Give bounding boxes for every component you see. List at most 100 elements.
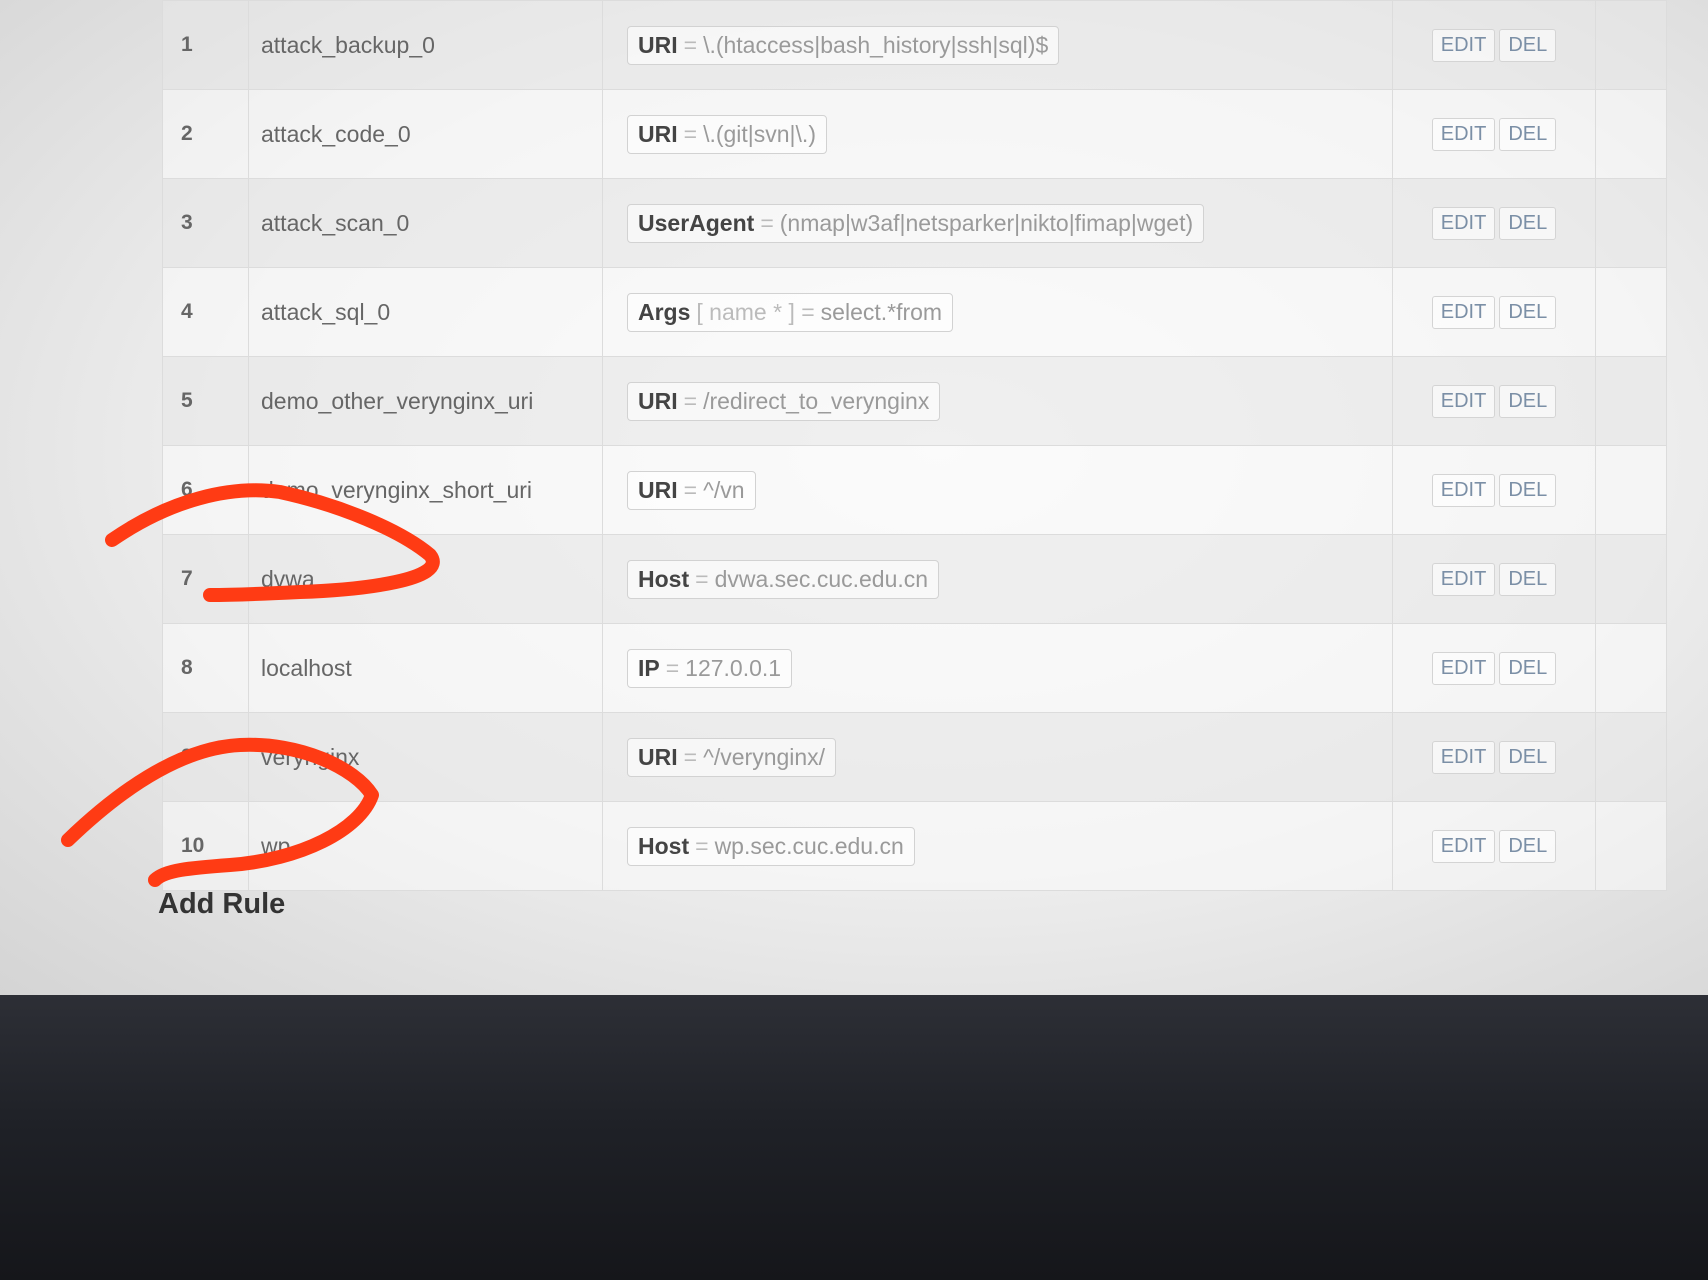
- edit-button[interactable]: EDIT: [1431, 829, 1496, 863]
- edit-button[interactable]: EDIT: [1431, 117, 1496, 151]
- row-spacer: [1595, 356, 1667, 446]
- rule-actions-cell: EDIT DEL: [1392, 445, 1596, 535]
- delete-button[interactable]: DEL: [1499, 28, 1557, 62]
- rule-name: dvwa: [248, 534, 603, 624]
- delete-button[interactable]: DEL: [1499, 740, 1557, 774]
- edit-button[interactable]: EDIT: [1431, 562, 1496, 596]
- condition-tag: Args[ name * ] = select.*from: [627, 292, 954, 332]
- condition-value: select.*from: [820, 298, 943, 325]
- delete-button[interactable]: DEL: [1499, 206, 1557, 240]
- condition-value: ^/vn: [703, 476, 745, 503]
- condition-operator: =: [683, 120, 698, 147]
- condition-tag: Host = wp.sec.cuc.edu.cn: [627, 826, 915, 866]
- rule-condition-cell: URI = ^/verynginx/: [602, 712, 1393, 802]
- rule-name: attack_code_0: [248, 89, 603, 179]
- add-rule-button[interactable]: Add Rule: [158, 888, 285, 921]
- condition-operator: =: [695, 565, 709, 592]
- monitor-screen: 1 attack_backup_0 URI = \.(htaccess|bash_his…: [0, 0, 1708, 1000]
- table-row: 7 dvwa Host = dvwa.sec.cuc.edu.cn EDIT DEL: [162, 534, 1667, 624]
- rule-name: wp: [248, 801, 603, 891]
- rule-condition-cell: IP = 127.0.0.1: [602, 623, 1393, 713]
- rule-actions-cell: EDIT DEL: [1392, 0, 1596, 90]
- delete-button[interactable]: DEL: [1499, 384, 1557, 418]
- row-spacer: [1595, 801, 1667, 891]
- rule-index: 8: [162, 623, 249, 713]
- condition-operator: =: [683, 743, 698, 770]
- condition-value: /redirect_to_verynginx: [703, 387, 930, 414]
- condition-value: 127.0.0.1: [685, 654, 782, 681]
- condition-field: UserAgent: [638, 209, 755, 236]
- rule-index: 2: [162, 89, 249, 179]
- rule-name: attack_backup_0: [248, 0, 603, 90]
- rule-name: demo_verynginx_short_uri: [248, 445, 603, 535]
- edit-button[interactable]: EDIT: [1431, 473, 1496, 507]
- rule-index: 9: [162, 712, 249, 802]
- rule-condition-cell: UserAgent = (nmap|w3af|netsparker|nikto|fi…: [602, 178, 1393, 268]
- edit-button[interactable]: EDIT: [1431, 384, 1496, 418]
- delete-button[interactable]: DEL: [1499, 562, 1557, 596]
- edit-button[interactable]: EDIT: [1431, 206, 1496, 240]
- condition-tag: UserAgent = (nmap|w3af|netsparker|nikto|fi…: [627, 203, 1205, 243]
- condition-operator: =: [683, 476, 698, 503]
- row-spacer: [1595, 0, 1667, 90]
- row-spacer: [1595, 623, 1667, 713]
- rule-name: localhost: [248, 623, 603, 713]
- condition-operator: =: [683, 31, 698, 58]
- edit-button[interactable]: EDIT: [1431, 295, 1496, 329]
- matcher-rules-table: 1 attack_backup_0 URI = \.(htaccess|bash_his…: [162, 0, 1667, 891]
- rule-index: 4: [162, 267, 249, 357]
- rule-name: verynginx: [248, 712, 603, 802]
- table-row: 1 attack_backup_0 URI = \.(htaccess|bash_his…: [162, 0, 1667, 90]
- condition-tag: IP = 127.0.0.1: [627, 648, 793, 688]
- rule-actions-cell: EDIT DEL: [1392, 623, 1596, 713]
- delete-button[interactable]: DEL: [1499, 651, 1557, 685]
- table-row: 8 localhost IP = 127.0.0.1 EDIT DEL: [162, 623, 1667, 713]
- delete-button[interactable]: DEL: [1499, 295, 1557, 329]
- table-row: 6 demo_verynginx_short_uri URI = ^/vn EDIT DEL: [162, 445, 1667, 535]
- rule-condition-cell: URI = ^/vn: [602, 445, 1393, 535]
- table-row: 4 attack_sql_0 Args[ name * ] = select.*fro…: [162, 267, 1667, 357]
- monitor-bezel: [0, 995, 1708, 1280]
- condition-value: \.(git|svn|\.): [703, 120, 816, 147]
- delete-button[interactable]: DEL: [1499, 117, 1557, 151]
- rule-name: attack_scan_0: [248, 178, 603, 268]
- condition-operator: =: [683, 387, 698, 414]
- row-spacer: [1595, 178, 1667, 268]
- table-row: 3 attack_scan_0 UserAgent = (nmap|w3af|netsp…: [162, 178, 1667, 268]
- condition-tag: URI = \.(htaccess|bash_history|ssh|sql)$: [627, 25, 1060, 65]
- rule-condition-cell: URI =/redirect_to_verynginx: [602, 356, 1393, 446]
- rule-index: 6: [162, 445, 249, 535]
- table-row: 5 demo_other_verynginx_uri URI =/redirect_t…: [162, 356, 1667, 446]
- rule-condition-cell: Args[ name * ] = select.*from: [602, 267, 1393, 357]
- rule-index: 1: [162, 0, 249, 90]
- rule-name: attack_sql_0: [248, 267, 603, 357]
- delete-button[interactable]: DEL: [1499, 473, 1557, 507]
- edit-button[interactable]: EDIT: [1431, 28, 1496, 62]
- row-spacer: [1595, 445, 1667, 535]
- rule-condition-cell: Host = dvwa.sec.cuc.edu.cn: [602, 534, 1393, 624]
- rule-name: demo_other_verynginx_uri: [248, 356, 603, 446]
- condition-field: URI: [638, 743, 678, 770]
- rule-actions-cell: EDIT DEL: [1392, 356, 1596, 446]
- rule-condition-cell: URI = \.(git|svn|\.): [602, 89, 1393, 179]
- condition-value: dvwa.sec.cuc.edu.cn: [714, 565, 929, 592]
- condition-field: IP: [638, 654, 660, 681]
- edit-button[interactable]: EDIT: [1431, 740, 1496, 774]
- delete-button[interactable]: DEL: [1499, 829, 1557, 863]
- condition-value: ^/verynginx/: [703, 743, 826, 770]
- condition-tag: URI = ^/verynginx/: [627, 737, 837, 777]
- condition-value: wp.sec.cuc.edu.cn: [714, 832, 904, 859]
- rule-index: 10: [162, 801, 249, 891]
- condition-field: URI: [638, 387, 678, 414]
- rule-actions-cell: EDIT DEL: [1392, 801, 1596, 891]
- rule-actions-cell: EDIT DEL: [1392, 178, 1596, 268]
- rule-actions-cell: EDIT DEL: [1392, 89, 1596, 179]
- row-spacer: [1595, 267, 1667, 357]
- condition-tag: Host = dvwa.sec.cuc.edu.cn: [627, 559, 940, 599]
- rule-condition-cell: URI = \.(htaccess|bash_history|ssh|sql)$: [602, 0, 1393, 90]
- condition-operator: =: [665, 654, 680, 681]
- condition-tag: URI =/redirect_to_verynginx: [627, 381, 941, 421]
- condition-field: URI: [638, 476, 678, 503]
- condition-tag: URI = ^/vn: [627, 470, 756, 510]
- edit-button[interactable]: EDIT: [1431, 651, 1496, 685]
